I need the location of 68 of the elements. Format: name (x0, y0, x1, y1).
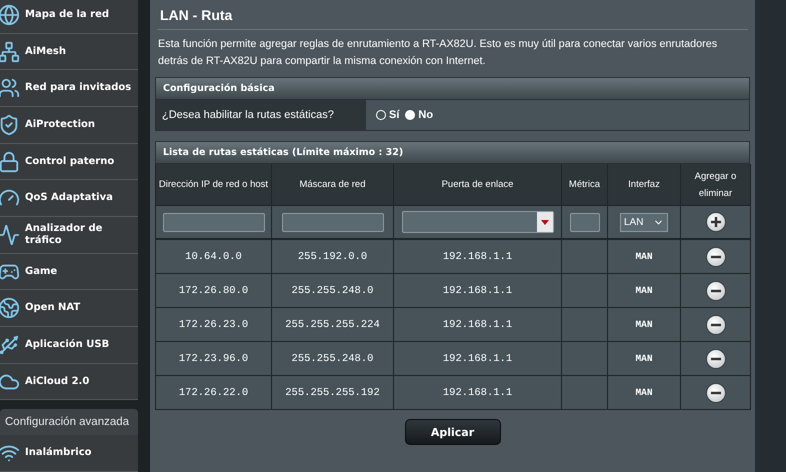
activity-icon (0, 224, 20, 246)
section-header: Configuración básica (155, 77, 750, 100)
interface-select[interactable]: LAN (620, 212, 668, 232)
remove-button[interactable] (706, 348, 726, 368)
column-header: Interfaz (608, 164, 681, 206)
table-cell: 255.255.248.0 (272, 342, 394, 376)
table-cell: 192.168.1.1 (394, 342, 562, 376)
sidebar-item[interactable]: Aplicación USB (0, 327, 138, 364)
column-header: Dirección IP de red o host (156, 164, 272, 206)
table-cell: 255.255.255.192 (272, 376, 394, 410)
caret-icon (540, 220, 548, 224)
add-button[interactable] (706, 212, 726, 232)
setting-label: ¿Desea habilitar la rutas estáticas? (156, 100, 366, 130)
metric-input-field[interactable] (570, 212, 600, 232)
table-cell: MAN (608, 376, 681, 410)
table-cell: 255.255.255.224 (272, 308, 394, 342)
column-header: Máscara de red (272, 164, 394, 206)
page-title: LAN - Ruta (157, 0, 748, 30)
table-cell: 192.168.1.1 (394, 274, 562, 308)
shield-icon (0, 114, 20, 136)
table-cell: 172.26.80.0 (156, 274, 272, 308)
section-header: Lista de rutas estáticas (Límite máximo : 32) (155, 141, 750, 164)
mask-input-field[interactable] (282, 212, 384, 232)
remove-button[interactable] (706, 382, 726, 402)
table-cell: 172.23.96.0 (156, 342, 272, 376)
table-cell: 172.26.22.0 (156, 376, 272, 410)
lock-icon (0, 150, 20, 173)
table-cell: 10.64.0.0 (156, 240, 272, 274)
gateway-combo-field[interactable] (402, 211, 554, 233)
remove-button[interactable] (706, 314, 726, 334)
sidebar-item[interactable]: Game (0, 254, 138, 290)
sidebar-item[interactable]: AiCloud 2.0 (0, 364, 138, 400)
table-cell: MAN (608, 274, 681, 308)
radio-option[interactable]: Sí (376, 109, 400, 121)
globe-icon (0, 297, 20, 320)
table-cell: MAN (608, 342, 681, 376)
sidebar-item[interactable]: Mapa de la red (0, 0, 138, 34)
sidebar-item[interactable]: AiMesh (0, 34, 138, 70)
sidebar-section-title: Configuración avanzada (0, 409, 138, 436)
table-cell: 255.192.0.0 (272, 240, 394, 274)
table-cell: 192.168.1.1 (394, 308, 562, 342)
table-cell: MAN (608, 308, 681, 342)
sidebar-item[interactable]: Open NAT (0, 290, 138, 328)
table-cell: 255.255.248.0 (272, 274, 394, 308)
page-description: Esta función permite agregar reglas de enrutamiento a RT-AX82U. Esto es muy útil para conectar varios enrutadores detrás de RT-AX82U para compartir la misma conexión con Internet. (157, 37, 718, 69)
remove-button[interactable] (706, 280, 726, 300)
ip-input-field[interactable] (162, 212, 264, 232)
usb-icon (0, 334, 20, 356)
table-cell: 172.26.23.0 (156, 308, 272, 342)
remove-button[interactable] (706, 246, 726, 266)
sidebar-item[interactable]: QoS Adaptativa (0, 180, 138, 218)
table-cell: 192.168.1.1 (394, 376, 562, 410)
plus-icon (710, 216, 722, 228)
sidebar-item[interactable]: Analizador de tráfico (0, 217, 138, 254)
table-cell: 192.168.1.1 (394, 240, 562, 274)
sidebar-item[interactable]: Control paterno (0, 144, 138, 180)
users-icon (0, 77, 20, 100)
network-icon (0, 40, 20, 62)
globe-icon (0, 4, 20, 26)
sidebar-item[interactable]: Inalámbrico (0, 435, 138, 472)
column-header: Métrica (562, 164, 608, 206)
apply-button[interactable]: Aplicar (404, 419, 500, 445)
sidebar-item[interactable]: Red para invitados (0, 70, 138, 108)
radio-option[interactable]: No (405, 109, 434, 121)
column-header: Agregar o eliminar (681, 164, 751, 206)
sidebar-item[interactable]: AiProtection (0, 107, 138, 144)
column-header: Puerta de enlace (394, 164, 562, 206)
table-cell: MAN (608, 240, 681, 274)
